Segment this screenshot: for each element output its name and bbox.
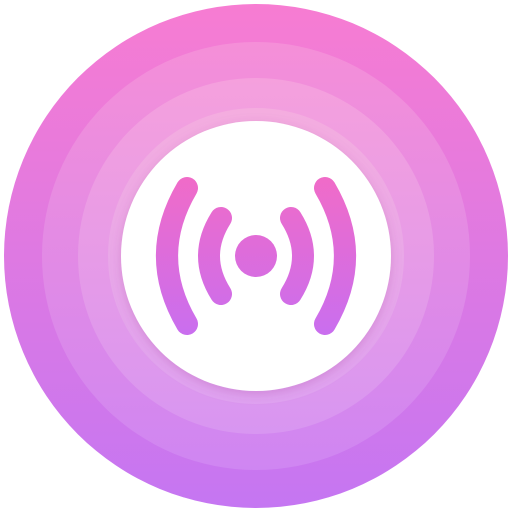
app-icon-canvas bbox=[0, 0, 512, 512]
signal-dot bbox=[235, 235, 277, 277]
left-inner-wave bbox=[198, 207, 232, 305]
right-inner-wave bbox=[280, 207, 314, 305]
broadcast-signal-icon[interactable] bbox=[0, 0, 512, 512]
